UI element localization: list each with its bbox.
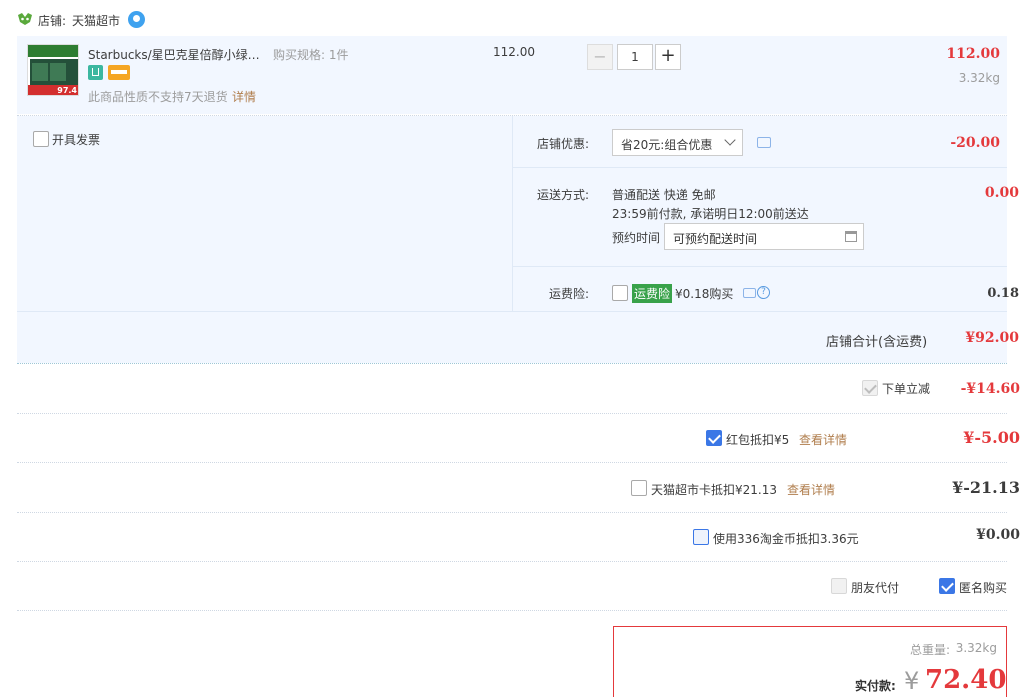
quantity-decrease-button[interactable]: − <box>587 44 613 70</box>
chevron-down-icon <box>724 134 736 146</box>
shipping-method: 普通配送 快递 免邮 <box>612 188 716 202</box>
red-packet-amount: ¥-5.00 <box>963 428 1020 447</box>
chat-bubble-icon[interactable] <box>128 11 145 28</box>
taojinbi-checkbox[interactable] <box>693 529 709 545</box>
supermarket-card-label: 天猫超市卡抵扣¥21.13 <box>651 483 777 497</box>
insurance-amount: 0.18 <box>987 286 1019 301</box>
tmall-logo-icon <box>18 13 32 25</box>
product-thumbnail[interactable]: 97.4 <box>27 44 79 96</box>
red-packet-checkbox[interactable] <box>706 430 722 446</box>
divider <box>512 266 1007 267</box>
message-icon[interactable] <box>757 137 771 148</box>
divider <box>512 167 1007 168</box>
taojinbi-label: 使用336淘金币抵扣3.36元 <box>713 532 859 546</box>
payment-summary-box: 总重量: 3.32kg 实付款: ¥ 72.40 <box>613 626 1007 697</box>
currency-symbol: ¥ <box>904 667 920 695</box>
pay-label: 实付款: <box>855 679 896 693</box>
invoice-checkbox[interactable] <box>33 131 49 147</box>
product-thumbnail-badge: 97.4 <box>57 86 77 95</box>
item-total-price: 112.00 <box>946 46 1000 62</box>
return-note: 此商品性质不支持7天退货 <box>88 90 228 104</box>
red-packet-label: 红包抵扣¥5 <box>726 433 790 447</box>
total-weight-label: 总重量: <box>909 643 950 657</box>
shop-discount-label: 店铺优惠: <box>537 137 590 151</box>
shop-name-link[interactable]: 天猫超市 <box>72 12 120 29</box>
divider <box>17 512 1007 513</box>
shop-discount-amount: -20.00 <box>950 135 1000 151</box>
divider <box>17 363 1007 364</box>
taojinbi-amount: ¥0.00 <box>976 527 1020 543</box>
shipping-promise: 23:59前付款, 承诺明日12:00前送达 <box>612 207 809 221</box>
invoice-label: 开具发票 <box>52 133 101 147</box>
item-row: 97.4 Starbucks/星巴克星倍醇小绿… 购买规格: 1件 此商品性质不… <box>17 36 1007 114</box>
item-weight: 3.32kg <box>958 71 1000 85</box>
schedule-label: 预约时间 <box>612 231 661 245</box>
return-details-link[interactable]: 详情 <box>232 88 256 105</box>
pay-amount: 72.40 <box>925 665 1007 695</box>
shop-total-label: 店铺合计(含运费) <box>826 335 928 350</box>
shop-discount-selected: 省20元:组合优惠 <box>621 138 713 152</box>
product-title-link[interactable]: Starbucks/星巴克星倍醇小绿… <box>88 46 260 63</box>
shipping-label: 运送方式: <box>537 188 590 202</box>
supermarket-card-checkbox[interactable] <box>631 480 647 496</box>
divider <box>17 462 1007 463</box>
schedule-time-placeholder: 可预约配送时间 <box>673 232 758 246</box>
shop-discount-select[interactable]: 省20元:组合优惠 <box>612 129 743 156</box>
shop-prefix: 店铺: <box>38 14 67 28</box>
insurance-badge: 运费险 <box>632 284 673 303</box>
schedule-time-input[interactable]: 可预约配送时间 <box>664 223 864 250</box>
insurance-label: 运费险: <box>549 287 590 301</box>
unit-price: 112.00 <box>493 45 535 59</box>
instant-discount-amount: -¥14.60 <box>960 381 1020 397</box>
message-icon[interactable] <box>743 288 756 298</box>
friend-pay-label: 朋友代付 <box>851 581 900 595</box>
anonymous-checkbox[interactable] <box>939 578 955 594</box>
supermarket-card-details-link[interactable]: 查看详情 <box>787 481 835 498</box>
red-packet-details-link[interactable]: 查看详情 <box>799 431 847 448</box>
divider <box>17 311 1007 312</box>
divider <box>17 610 1007 611</box>
guarantee-icon <box>88 65 103 80</box>
anonymous-label: 匿名购买 <box>959 581 1008 595</box>
shop-total-amount: ¥92.00 <box>965 330 1019 346</box>
friend-pay-checkbox[interactable] <box>831 578 847 594</box>
quantity-input[interactable]: 1 <box>617 44 653 70</box>
total-weight: 3.32kg <box>955 641 997 655</box>
shipping-amount: 0.00 <box>984 185 1019 201</box>
purchase-spec: 购买规格: 1件 <box>273 48 349 62</box>
quantity-increase-button[interactable]: + <box>655 44 681 70</box>
insurance-price-text: ¥0.18购买 <box>675 287 734 301</box>
calendar-icon <box>845 231 857 242</box>
instant-discount-label: 下单立减 <box>882 382 931 396</box>
divider <box>17 561 1007 562</box>
divider <box>17 413 1007 414</box>
insurance-checkbox[interactable] <box>612 285 628 301</box>
help-icon[interactable]: ? <box>757 286 770 299</box>
instant-discount-checkbox <box>862 380 878 396</box>
credit-card-icon <box>108 65 130 80</box>
supermarket-card-amount: ¥-21.13 <box>952 478 1020 497</box>
